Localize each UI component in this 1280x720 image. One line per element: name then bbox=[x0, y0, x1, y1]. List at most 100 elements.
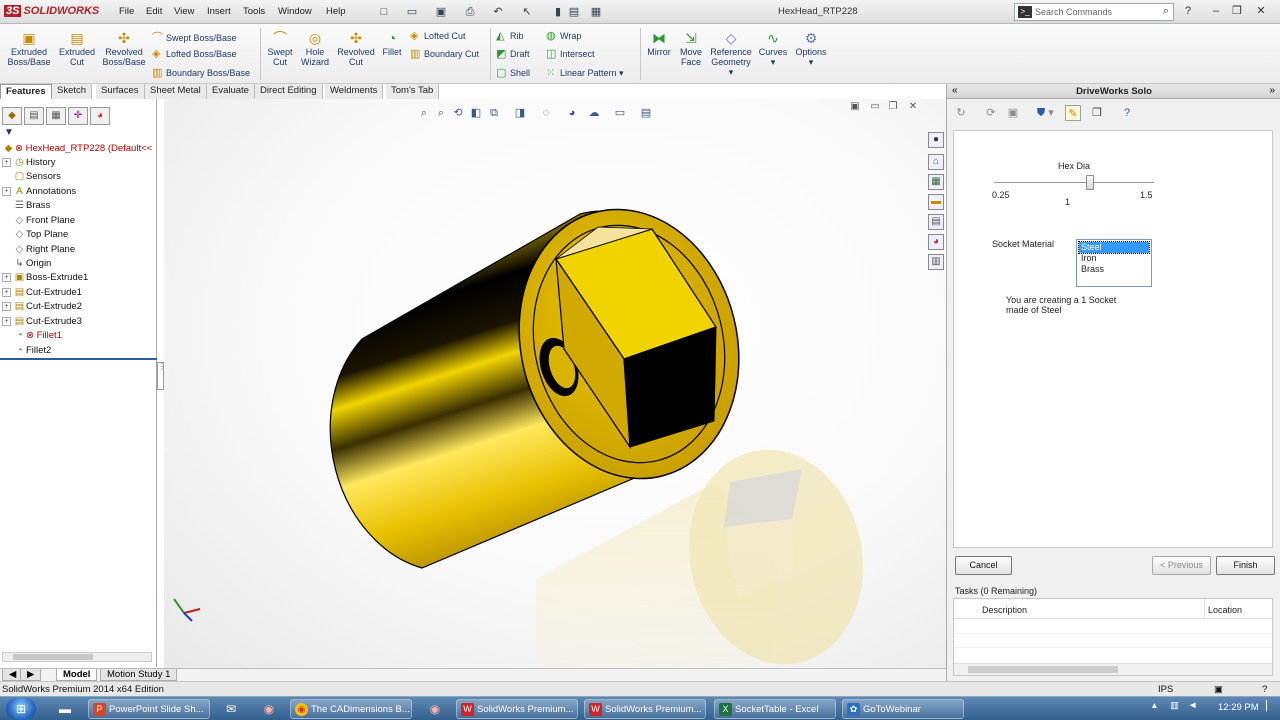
horizontal-scrollbar[interactable] bbox=[2, 652, 152, 662]
tab-evaluate[interactable]: Evaluate bbox=[207, 84, 255, 99]
linear-pattern-button[interactable]: ⁙ Linear Pattern ▾ bbox=[546, 66, 624, 79]
reference-geometry-button[interactable]: ◇ Reference Geometry ▾ bbox=[708, 30, 754, 77]
scrollbar-thumb[interactable] bbox=[13, 654, 93, 660]
tasks-table[interactable]: Description Location bbox=[953, 598, 1273, 676]
design-library-icon[interactable]: ▦ bbox=[928, 174, 944, 190]
taskbar-powerpoint[interactable]: P PowerPoint Slide Sh... bbox=[88, 699, 210, 719]
fillet-button[interactable]: ◔ Fillet bbox=[379, 30, 405, 57]
volume-icon[interactable]: ◄ bbox=[1188, 700, 1197, 711]
search-icon[interactable]: ⌕ bbox=[1163, 5, 1169, 18]
open-folder-icon[interactable]: ▭ bbox=[404, 4, 420, 20]
tree-item-fillet2[interactable]: ◔ Fillet2 bbox=[2, 344, 156, 358]
property-manager-tab-icon[interactable]: ▤ bbox=[24, 107, 44, 125]
lofted-cut-button[interactable]: ◈ Lofted Cut bbox=[410, 29, 466, 42]
save-specification-icon[interactable]: ▣ bbox=[1005, 105, 1021, 121]
tab-sketch[interactable]: Sketch bbox=[52, 84, 93, 99]
hole-wizard-button[interactable]: ◎ Hole Wizard bbox=[297, 30, 333, 67]
select-arrow-icon[interactable]: ↖ bbox=[519, 4, 535, 20]
pane-gear-icon[interactable]: ● bbox=[928, 132, 944, 148]
reference-triad-icon[interactable] bbox=[170, 595, 210, 625]
hex-dia-slider-thumb[interactable] bbox=[1086, 175, 1094, 190]
revolved-cut-button[interactable]: ✣ Revolved Cut bbox=[334, 30, 378, 67]
tab-model-nav-right[interactable]: ▶ bbox=[20, 669, 42, 681]
file-explorer-icon[interactable]: ▬ bbox=[928, 194, 944, 210]
menu-window[interactable]: Window bbox=[278, 6, 312, 17]
taskbar-solidworks-2[interactable]: W SolidWorks Premium... bbox=[584, 699, 706, 719]
print-icon[interactable]: ⎙ bbox=[462, 4, 478, 20]
new-specification-icon[interactable]: ↻ bbox=[953, 105, 969, 121]
help-icon[interactable]: ? bbox=[1181, 4, 1195, 18]
tray-expand-icon[interactable]: ▴ bbox=[1152, 700, 1157, 711]
menu-file[interactable]: File bbox=[119, 6, 134, 17]
tree-item-origin[interactable]: ↳ Origin bbox=[2, 257, 156, 271]
new-document-icon[interactable]: □ bbox=[376, 4, 392, 20]
display-manager-tab-icon[interactable]: ◕ bbox=[90, 107, 110, 125]
explorer-icon[interactable]: ▬ bbox=[56, 700, 74, 718]
material-option-brass[interactable]: Brass bbox=[1079, 264, 1149, 275]
configuration-manager-tab-icon[interactable]: ▦ bbox=[46, 107, 66, 125]
socket-3d-model[interactable] bbox=[164, 99, 946, 668]
edit-specification-icon[interactable]: ✎ bbox=[1065, 105, 1081, 121]
tasks-horizontal-scrollbar[interactable] bbox=[954, 663, 1272, 675]
part-root[interactable]: ◆ ⊗ HexHead_RTP228 (Default<< bbox=[2, 142, 156, 156]
undo-icon[interactable]: ↶ bbox=[490, 4, 506, 20]
taskbar-solidworks-1[interactable]: W SolidWorks Premium... bbox=[456, 699, 578, 719]
help-icon[interactable]: ? bbox=[1119, 105, 1135, 121]
solidworks-logo[interactable]: 3S SOLIDWORKS bbox=[4, 5, 99, 17]
menu-insert[interactable]: Insert bbox=[207, 6, 231, 17]
tree-item-material[interactable]: ☰ Brass bbox=[2, 199, 156, 213]
solidworks-explorer-icon[interactable]: ◉ bbox=[426, 700, 444, 718]
help-status-icon[interactable]: ? bbox=[1262, 684, 1267, 695]
menu-edit[interactable]: Edit bbox=[146, 6, 162, 17]
tree-item-cut-extrude1[interactable]: + ▤ Cut-Extrude1 bbox=[2, 286, 156, 300]
intersect-button[interactable]: ◫ Intersect bbox=[546, 47, 595, 60]
options-button[interactable]: ⚙ Options ▾ bbox=[792, 30, 830, 67]
material-option-steel[interactable]: Steel bbox=[1078, 241, 1150, 254]
tree-item-front-plane[interactable]: ◇ Front Plane bbox=[2, 214, 156, 228]
tree-item-boss-extrude1[interactable]: + ▣ Boss-Extrude1 bbox=[2, 271, 156, 285]
start-button[interactable]: ⊞ bbox=[6, 698, 36, 720]
boundary-boss-button[interactable]: ▥ Boundary Boss/Base bbox=[152, 66, 250, 79]
system-clock[interactable]: 12:29 PM bbox=[1218, 702, 1259, 713]
tab-surfaces[interactable]: Surfaces bbox=[96, 84, 145, 99]
panel-collapse-handle[interactable]: ⋮ bbox=[157, 362, 166, 390]
hex-dia-slider[interactable] bbox=[994, 182, 1154, 183]
revolved-boss-button[interactable]: ✣ Revolved Boss/Base bbox=[100, 30, 148, 67]
outlook-icon[interactable]: ✉ bbox=[222, 700, 240, 718]
save-icon[interactable]: ▣ bbox=[433, 4, 449, 20]
tab-sheet-metal[interactable]: Sheet Metal bbox=[145, 84, 207, 99]
tree-item-annotations[interactable]: + A Annotations bbox=[2, 185, 156, 199]
filter-icon[interactable]: ▼ bbox=[4, 127, 154, 139]
taskbar-gotowebinar[interactable]: ✿ GoToWebinar bbox=[842, 699, 964, 719]
tree-item-cut-extrude2[interactable]: + ▤ Cut-Extrude2 bbox=[2, 300, 156, 314]
refresh-icon[interactable]: ⟳ bbox=[983, 105, 999, 121]
tree-item-cut-extrude3[interactable]: + ▤ Cut-Extrude3 bbox=[2, 315, 156, 329]
column-description[interactable]: Description bbox=[982, 605, 1027, 615]
move-face-button[interactable]: ⇲ Move Face bbox=[676, 30, 706, 67]
custom-properties-icon[interactable]: ▥ bbox=[928, 254, 944, 270]
column-location[interactable]: Location bbox=[1208, 605, 1242, 615]
rib-button[interactable]: ◭ Rib bbox=[496, 29, 524, 42]
menu-view[interactable]: View bbox=[174, 6, 194, 17]
minimize-button[interactable]: – bbox=[1209, 4, 1223, 18]
cancel-button[interactable]: Cancel bbox=[955, 556, 1012, 575]
tab-toms-tab[interactable]: Tom's Tab bbox=[386, 84, 440, 99]
options-icon[interactable]: ▦ bbox=[588, 4, 604, 20]
graphics-area[interactable]: ⌕ ⌕ ⟲ ◧ ⧉ ◨ ◌ ◕ ☁ ▭ ▤ ▣ ▭ ❐ ✕ bbox=[164, 99, 946, 668]
file-properties-icon[interactable]: ▤ bbox=[566, 4, 582, 20]
tab-motion-study-1[interactable]: Motion Study 1 bbox=[100, 669, 178, 681]
taskbar-chrome[interactable]: ◉ The CADimensions B... bbox=[290, 699, 412, 719]
dimxpert-tab-icon[interactable]: ✛ bbox=[68, 107, 88, 125]
mirror-button[interactable]: ⧓ Mirror bbox=[644, 30, 674, 57]
tree-item-fillet1[interactable]: ◔ ⊗ Fillet1 bbox=[2, 329, 156, 343]
scrollbar-thumb[interactable] bbox=[968, 666, 1118, 673]
previous-button[interactable]: < Previous bbox=[1152, 556, 1211, 575]
view-palette-icon[interactable]: ▤ bbox=[928, 214, 944, 230]
feature-manager-tab-icon[interactable]: ◆ bbox=[2, 107, 22, 125]
network-icon[interactable]: ▥ bbox=[1170, 700, 1179, 711]
appearances-icon[interactable]: ◕ bbox=[928, 234, 944, 250]
socket-material-list[interactable]: Steel Iron Brass bbox=[1076, 239, 1152, 287]
copy-icon[interactable]: ❐ bbox=[1089, 105, 1105, 121]
extruded-cut-button[interactable]: ▤ Extruded Cut bbox=[56, 30, 98, 67]
curves-button[interactable]: ∿ Curves ▾ bbox=[756, 30, 790, 67]
